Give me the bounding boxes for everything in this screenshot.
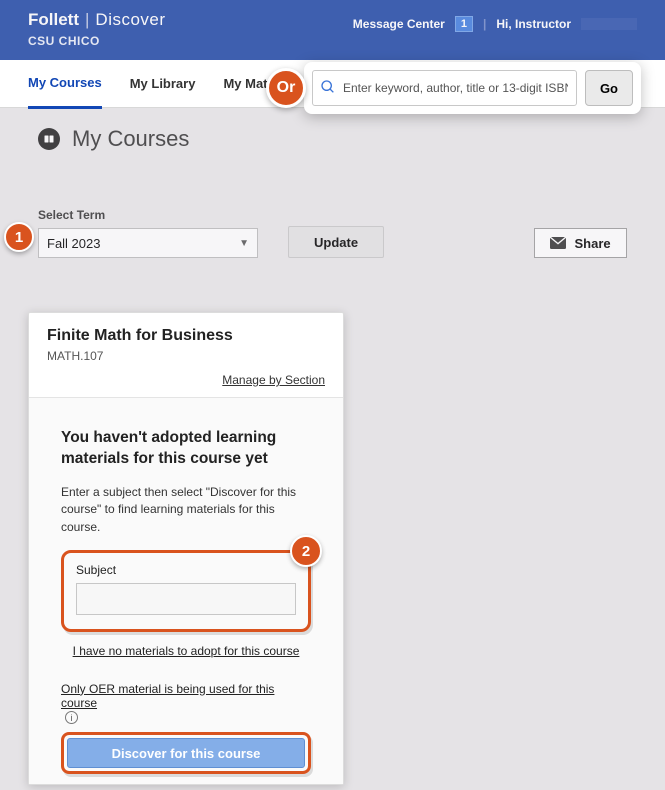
brand-name: Follett [28, 10, 79, 30]
message-center-link[interactable]: Message Center [353, 17, 445, 31]
step-2-badge: 2 [290, 535, 322, 567]
nav-my-courses[interactable]: My Courses [28, 59, 102, 109]
share-label: Share [574, 236, 610, 251]
oer-only-link[interactable]: Only OER material is being used for this… [61, 682, 311, 710]
course-code: MATH.107 [47, 349, 325, 363]
search-input[interactable] [312, 70, 577, 106]
courses-icon [38, 128, 60, 150]
manage-by-section-link[interactable]: Manage by Section [222, 373, 325, 387]
page-title-row: My Courses [38, 126, 627, 152]
term-value: Fall 2023 [47, 236, 100, 251]
course-title: Finite Math for Business [47, 327, 325, 345]
update-button[interactable]: Update [288, 226, 384, 258]
go-button[interactable]: Go [585, 70, 633, 106]
adoption-links: I have no materials to adopt for this co… [61, 644, 311, 774]
page-title: My Courses [72, 126, 189, 152]
divider: | [483, 17, 486, 31]
search-bar: Go [304, 62, 641, 114]
app-header: Follett | Discover CSU CHICO Message Cen… [0, 0, 665, 60]
subject-input[interactable] [76, 583, 296, 615]
header-right: Message Center 1 | Hi, Instructor [353, 16, 637, 32]
no-materials-link[interactable]: I have no materials to adopt for this co… [61, 644, 311, 658]
brand-separator: | [85, 10, 89, 30]
discover-course-button[interactable]: Discover for this course [67, 738, 305, 768]
course-card-body: You haven't adopted learning materials f… [29, 398, 343, 784]
term-controls: Select Term Fall 2023 ▼ Update Share [38, 208, 627, 258]
select-term-label: Select Term [38, 208, 258, 222]
user-greeting: Hi, Instructor [496, 17, 571, 31]
user-name-redacted [581, 18, 637, 30]
subject-highlight: 2 Subject [61, 550, 311, 632]
mail-icon [550, 237, 566, 249]
search-icon [320, 79, 336, 95]
info-icon[interactable]: i [65, 711, 78, 724]
step-1-badge: 1 [4, 222, 34, 252]
product-name: Discover [95, 10, 165, 30]
term-select[interactable]: Fall 2023 ▼ [38, 228, 258, 258]
share-button[interactable]: Share [534, 228, 627, 258]
institution-name: CSU CHICO [28, 34, 166, 48]
brand-block: Follett | Discover CSU CHICO [28, 10, 166, 48]
course-card: Finite Math for Business MATH.107 Manage… [28, 312, 344, 785]
nav-my-library[interactable]: My Library [130, 60, 196, 107]
course-card-header: Finite Math for Business MATH.107 Manage… [29, 313, 343, 398]
no-adoption-title: You haven't adopted learning materials f… [61, 428, 311, 470]
message-count-badge[interactable]: 1 [455, 16, 473, 32]
chevron-down-icon: ▼ [239, 238, 249, 249]
subject-label: Subject [76, 563, 296, 577]
or-callout-badge: Or [266, 68, 306, 108]
discover-highlight: Discover for this course [61, 732, 311, 774]
no-adoption-subtext: Enter a subject then select "Discover fo… [61, 484, 311, 536]
